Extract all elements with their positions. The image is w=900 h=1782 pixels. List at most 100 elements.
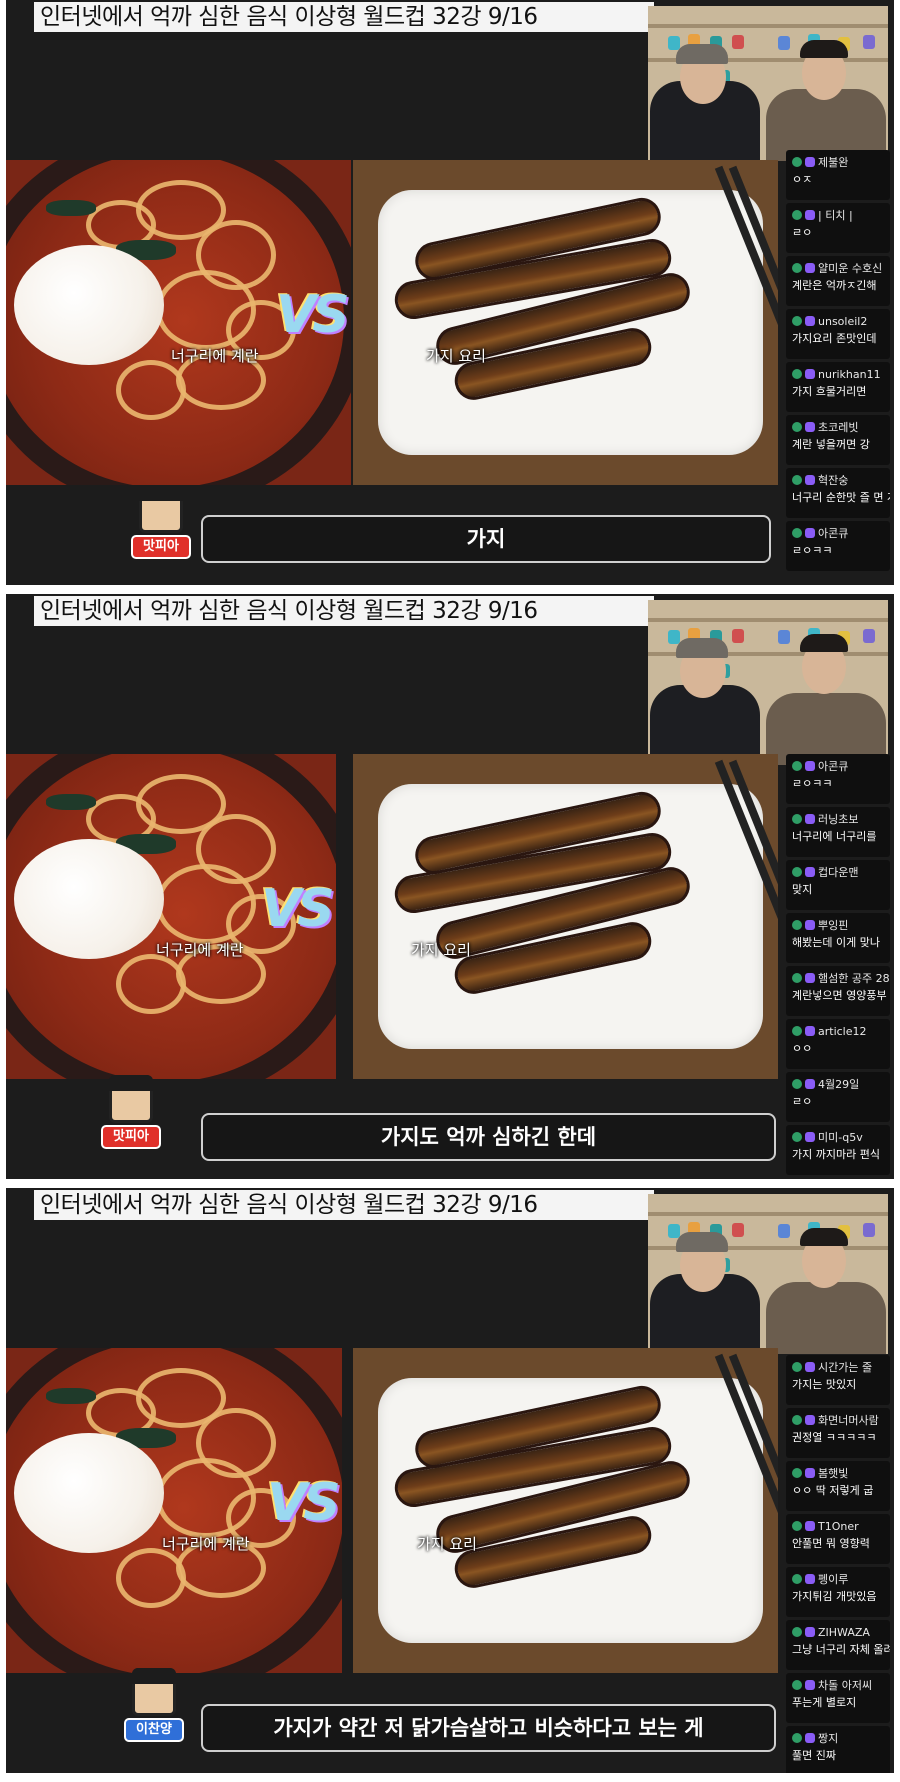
- user-status-icon: [792, 1415, 802, 1425]
- chat-text: ㅇㅈ: [792, 173, 813, 186]
- member-badge-icon: [805, 528, 815, 538]
- cap-icon: [676, 1232, 728, 1252]
- eggplant-image: [353, 754, 778, 1079]
- chat-username: 러닝초보: [818, 813, 859, 826]
- chat-username: | 티치 |: [818, 209, 853, 222]
- chat-message: 초코레빗 계란 넣을꺼면 강: [786, 415, 890, 465]
- chat-text: 계란넣으면 영양풍부: [792, 989, 887, 1002]
- streamer-right: [766, 1282, 886, 1354]
- webcam-view: [648, 6, 888, 161]
- stream-frame-2: 인터넷에서 억까 심한 음식 이상형 월드컵 32강 9/16 VS 너구리에 …: [6, 594, 894, 1179]
- user-status-icon: [792, 1627, 802, 1637]
- member-badge-icon: [805, 1132, 815, 1142]
- chat-text: ㅇㅇ 딱 저렇게 굽: [792, 1484, 874, 1497]
- member-badge-icon: [805, 1733, 815, 1743]
- vs-badge: VS: [261, 879, 335, 939]
- member-badge-icon: [805, 1680, 815, 1690]
- chat-text: 계란은 억까ㅈ긴해: [792, 279, 877, 292]
- user-status-icon: [792, 157, 802, 167]
- cap-icon: [676, 638, 728, 658]
- live-chat[interactable]: 아콘큐 ㄹㅇㅋㅋ 러닝초보 너구리에 너구리를 컵다운맨 맞지 뿌잉핀 해봤는데…: [786, 754, 890, 1179]
- cap-icon: [676, 44, 728, 64]
- chat-text: 계란 넣을꺼면 강: [792, 438, 870, 451]
- speaker-avatar: 이찬양: [124, 1668, 184, 1746]
- chat-message: 혁잔숭 너구리 순한맛 즐 면 계란너구리 실: [786, 468, 890, 518]
- hair-icon: [800, 634, 848, 652]
- webcam-view: [648, 1194, 888, 1354]
- chat-message: 펭이루 가지튀김 개맛있음: [786, 1567, 890, 1617]
- user-status-icon: [792, 973, 802, 983]
- chat-message: 아콘큐 ㄹㅇㅋㅋ: [786, 754, 890, 804]
- chat-username: T1Oner: [818, 1520, 859, 1533]
- left-food-label: 너구리에 계란: [156, 941, 244, 959]
- user-status-icon: [792, 1132, 802, 1142]
- chat-username: 제불완: [818, 156, 849, 169]
- member-badge-icon: [805, 422, 815, 432]
- member-badge-icon: [805, 761, 815, 771]
- chat-username: 햄섬한 공주 288: [818, 972, 890, 985]
- hair-icon: [800, 1228, 848, 1246]
- video-title: 인터넷에서 억까 심한 음식 이상형 월드컵 32강 9/16: [34, 596, 654, 626]
- live-chat[interactable]: 시간가는 줄 가지는 맛있지 화면너머사람 권정열 ㅋㅋㅋㅋㅋ 봄햇빛 ㅇㅇ 딱…: [786, 1355, 890, 1773]
- chat-message: nurikhan11 가지 흐물거리면: [786, 362, 890, 412]
- chat-text: 가지 까지마라 편식: [792, 1148, 880, 1161]
- user-status-icon: [792, 475, 802, 485]
- chat-username: nurikhan11: [818, 368, 881, 381]
- chat-message: 제불완 ㅇㅈ: [786, 150, 890, 200]
- user-status-icon: [792, 1521, 802, 1531]
- egg-icon: [14, 1433, 164, 1553]
- member-badge-icon: [805, 157, 815, 167]
- speaker-name: 맛피아: [131, 535, 191, 559]
- chat-username: unsoleil2: [818, 315, 868, 328]
- chat-message: 화면너머사람 권정열 ㅋㅋㅋㅋㅋ: [786, 1408, 890, 1458]
- user-status-icon: [792, 1026, 802, 1036]
- chat-text: 가지는 맛있지: [792, 1378, 857, 1391]
- user-status-icon: [792, 1733, 802, 1743]
- hair-icon: [800, 40, 848, 58]
- chat-username: 아콘큐: [818, 760, 849, 773]
- chat-username: 펭이루: [818, 1573, 849, 1586]
- egg-icon: [14, 245, 164, 365]
- chat-message: unsoleil2 가지요리 존맛인데: [786, 309, 890, 359]
- member-badge-icon: [805, 1079, 815, 1089]
- chat-text: 그냥 너구리 자체 올려: [792, 1643, 890, 1656]
- subtitle-box: 가지도 억까 심하긴 한데: [201, 1113, 776, 1161]
- right-food-label: 가지 요리: [426, 347, 486, 365]
- chat-username: 뿌잉핀: [818, 919, 849, 932]
- user-status-icon: [792, 210, 802, 220]
- chat-username: 아콘큐: [818, 527, 849, 540]
- chat-text: 가지요리 존맛인데: [792, 332, 877, 345]
- chat-message: 시간가는 줄 가지는 맛있지: [786, 1355, 890, 1405]
- chat-message: 햄섬한 공주 288 계란넣으면 영양풍부: [786, 966, 890, 1016]
- chat-username: 초코레빗: [818, 421, 859, 434]
- chat-text: 푸는게 별로지: [792, 1696, 857, 1709]
- chat-message: 4월29일 ㄹㅇ: [786, 1072, 890, 1122]
- vs-badge: VS: [276, 285, 350, 345]
- eggplant-image: [353, 1348, 778, 1673]
- right-food-label: 가지 요리: [417, 1535, 477, 1553]
- member-badge-icon: [805, 1627, 815, 1637]
- chat-username: 봄햇빛: [818, 1467, 849, 1480]
- vs-badge: VS: [267, 1473, 341, 1533]
- left-food-label: 너구리에 계란: [171, 347, 259, 365]
- subtitle-box: 가지가 약간 저 닭가슴살하고 비슷하다고 보는 게: [201, 1704, 776, 1752]
- chat-text: 안풀면 뭐 영향력: [792, 1537, 870, 1550]
- user-status-icon: [792, 369, 802, 379]
- chat-username: article12: [818, 1025, 867, 1038]
- speaker-name: 맛피아: [101, 1125, 161, 1149]
- video-title: 인터넷에서 억까 심한 음식 이상형 월드컵 32강 9/16: [34, 2, 654, 32]
- chat-text: 풀면 진짜: [792, 1749, 836, 1762]
- chat-text: 가지 흐물거리면: [792, 385, 867, 398]
- chat-text: ㄹㅇㅋㅋ: [792, 544, 833, 557]
- chat-message: 차돌 아저씨 푸는게 별로지: [786, 1673, 890, 1723]
- chat-message: article12 ㅇㅇ: [786, 1019, 890, 1069]
- chat-text: ㄹㅇㅋㅋ: [792, 777, 833, 790]
- member-badge-icon: [805, 263, 815, 273]
- left-food-label: 너구리에 계란: [162, 1535, 250, 1553]
- chat-username: 화면너머사람: [818, 1414, 879, 1427]
- chat-message: 컵다운맨 맞지: [786, 860, 890, 910]
- speaker-avatar: 맛피아: [131, 485, 191, 563]
- member-badge-icon: [805, 1026, 815, 1036]
- live-chat[interactable]: 제불완 ㅇㅈ | 티치 | ㄹㅇ 얄미운 수호신 계란은 억까ㅈ긴해 unsol…: [786, 150, 890, 575]
- chat-text: 너구리 순한맛 즐 면 계란너구리 실: [792, 491, 890, 504]
